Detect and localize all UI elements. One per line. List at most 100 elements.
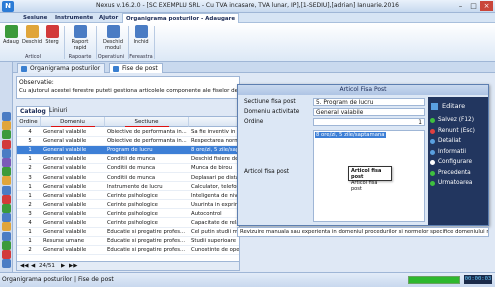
side-button-label: Urmatoarea bbox=[438, 180, 473, 186]
table-row[interactable]: 2 General valabile Cerinte psihologice Usur… bbox=[17, 201, 239, 210]
module-shortcut-icon[interactable] bbox=[2, 213, 11, 223]
column-header-text[interactable] bbox=[189, 117, 239, 127]
cell-ordine: 1 bbox=[28, 238, 32, 245]
doc-tab-organigrama[interactable]: Organigrama posturilor bbox=[17, 63, 106, 73]
document-tabs: Organigrama posturilor Fise de post bbox=[13, 62, 495, 73]
cell-domeniu: General valabile bbox=[43, 210, 87, 217]
sectiune-select[interactable]: 5. Program de lucru bbox=[313, 98, 425, 106]
ribbon-group-label: Articol bbox=[24, 54, 42, 60]
cell-ordine: 2 bbox=[28, 247, 32, 254]
configurare-button[interactable]: Configurare bbox=[428, 158, 488, 167]
ribbon-tab-organigrama[interactable]: Organigrama posturilor - Adaugare bbox=[122, 13, 240, 23]
table-row[interactable]: 3 General valabile Cerinte psihologice Auto… bbox=[17, 210, 239, 219]
ribbon-tab-sesiune[interactable]: Sesiune bbox=[20, 13, 50, 23]
module-shortcut-icon[interactable] bbox=[2, 194, 11, 204]
module-shortcut-icon[interactable] bbox=[2, 121, 11, 131]
ribbon-separator bbox=[96, 26, 97, 59]
close-window-icon[interactable]: × bbox=[480, 1, 493, 11]
nav-next-icon[interactable]: ▶ bbox=[61, 263, 65, 269]
maximize-icon[interactable]: □ bbox=[467, 1, 480, 11]
table-row[interactable]: 4 General valabile Obiective de performant… bbox=[17, 128, 239, 137]
status-bar: Organigrama posturilor | Fise de post 00… bbox=[0, 272, 495, 287]
ribbon-button-label: Deschid bbox=[22, 39, 43, 45]
side-button-label: Configurare bbox=[438, 159, 473, 165]
table-row[interactable]: 4 General valabile Cerinte psihologice Capa… bbox=[17, 219, 240, 228]
table-row[interactable]: 2 General valabile Educatie si pregatire p… bbox=[17, 246, 239, 255]
field-label-domeniu: Domeniu activitate bbox=[244, 109, 300, 115]
module-shortcut-icon[interactable] bbox=[2, 250, 11, 259]
module-shortcut-icon[interactable] bbox=[2, 222, 11, 232]
table-row[interactable]: 1 General valabile Educatie si pregatire p… bbox=[17, 228, 239, 237]
cell-text: Capacitate de rela bbox=[191, 220, 240, 226]
cell-ordine: 1 bbox=[28, 183, 32, 190]
precedenta-button[interactable]: Precedenta bbox=[428, 169, 488, 178]
action-icon bbox=[430, 170, 435, 176]
nav-last-icon[interactable]: ▶▶ bbox=[69, 263, 77, 269]
module-shortcut-icon[interactable] bbox=[2, 112, 11, 121]
module-shortcut-icon[interactable] bbox=[2, 167, 11, 177]
nav-prev-icon[interactable]: ◀ bbox=[31, 263, 35, 269]
deschid-modul-button[interactable]: Deschid modul bbox=[98, 25, 128, 51]
cell-sectiune: Conditii de munca bbox=[107, 156, 156, 163]
window-title: Nexus v.16.2.0 - [SC EXEMPLU SRL - Cu TV… bbox=[96, 2, 399, 9]
raport-rapid-button[interactable]: Raport rapid bbox=[66, 25, 94, 51]
module-shortcut-icon[interactable] bbox=[2, 259, 11, 269]
nav-first-icon[interactable]: ◀◀ bbox=[20, 263, 28, 269]
module-shortcut-icon[interactable] bbox=[2, 158, 11, 167]
main-tabs: Catalog Liniuri bbox=[16, 106, 240, 116]
table-row[interactable]: 1 General valabile Cerinte psihologice Inte… bbox=[17, 192, 239, 201]
module-shortcut-icon[interactable] bbox=[2, 130, 11, 140]
doc-tab-fise-de-post[interactable]: Fise de post bbox=[109, 63, 163, 73]
cell-ordine: 4 bbox=[28, 220, 32, 226]
module-shortcut-icon[interactable] bbox=[2, 185, 11, 195]
cell-sectiune: Obiective de performanta in... bbox=[107, 138, 187, 145]
module-shortcut-icon[interactable] bbox=[2, 176, 11, 186]
column-header-ordine[interactable]: Ordine bbox=[17, 117, 41, 127]
renunt-esc-button[interactable]: Renunt (Esc) bbox=[428, 127, 488, 136]
cell-sectiune: Educatie si pregatire profes... bbox=[107, 247, 186, 254]
minimize-icon[interactable]: – bbox=[454, 1, 467, 11]
left-strip bbox=[0, 62, 13, 272]
domeniu-select[interactable]: General valabile bbox=[313, 108, 425, 116]
module-shortcut-icon[interactable] bbox=[2, 240, 11, 250]
cell-ordine: 2 bbox=[28, 165, 32, 172]
cell-ordine: 2 bbox=[28, 201, 32, 208]
cell-domeniu: General valabile bbox=[43, 247, 87, 254]
cell-ordine: 1 bbox=[28, 192, 32, 199]
cell-domeniu: General valabile bbox=[43, 201, 87, 208]
salvez-f-button[interactable]: Salvez (F12) bbox=[428, 116, 488, 125]
module-shortcut-icon[interactable] bbox=[2, 204, 11, 213]
table-row[interactable]: 1 General valabile Program de lucru 8 ore/z… bbox=[17, 146, 239, 155]
field-label-articol: Articol fisa post bbox=[244, 169, 290, 175]
inchid-button[interactable]: Inchid bbox=[130, 25, 152, 45]
ribbon-tab-ajutor[interactable]: Ajutor bbox=[96, 13, 121, 23]
sterg-button[interactable]: Sterg bbox=[42, 25, 62, 45]
detaliat-button[interactable]: Detaliat bbox=[428, 137, 488, 146]
table-row[interactable]: 1 General valabile Instrumente de lucru Cal… bbox=[17, 183, 239, 192]
cell-domeniu: General valabile bbox=[43, 229, 87, 236]
adaug-button[interactable]: Adaug bbox=[2, 25, 20, 45]
cell-text: Respectarea norm bbox=[191, 138, 240, 145]
module-icon bbox=[106, 25, 120, 38]
cell-domeniu: General valabile bbox=[43, 156, 87, 163]
table-row[interactable]: 1 Resurse umane Educatie si pregatire prof… bbox=[17, 237, 239, 246]
ordine-input[interactable]: 1 bbox=[313, 118, 425, 126]
informatii-button[interactable]: Informatii bbox=[428, 148, 488, 157]
module-shortcut-icon[interactable] bbox=[2, 231, 11, 241]
side-button-label: Salvez (F12) bbox=[438, 117, 474, 123]
table-row[interactable]: 5 General valabile Obiective de performant… bbox=[17, 137, 240, 146]
module-shortcut-icon[interactable] bbox=[2, 139, 11, 149]
table-row[interactable]: 3 General valabile Conditii de munca Deplas… bbox=[17, 174, 240, 183]
ribbon-button-label: Sterg bbox=[45, 39, 59, 45]
tab-catalog[interactable]: Catalog bbox=[16, 106, 50, 116]
cell-sectiune: Cerinte psihologice bbox=[107, 210, 158, 217]
cell-domeniu: General valabile bbox=[43, 147, 87, 154]
tab-liniuri[interactable]: Liniuri bbox=[46, 106, 70, 116]
table-row[interactable]: 1 General valabile Conditii de munca Deschi… bbox=[17, 155, 239, 164]
urmatoarea-button[interactable]: Urmatoarea bbox=[428, 179, 488, 188]
ribbon-tab-instrumente[interactable]: Instrumente bbox=[52, 13, 96, 23]
table-row[interactable]: 2 General valabile Conditii de munca Munca … bbox=[17, 164, 239, 173]
deschid-button[interactable]: Deschid bbox=[22, 25, 42, 45]
module-shortcut-icon[interactable] bbox=[2, 148, 11, 158]
cell-text: Deplasari pe distan bbox=[191, 174, 240, 181]
